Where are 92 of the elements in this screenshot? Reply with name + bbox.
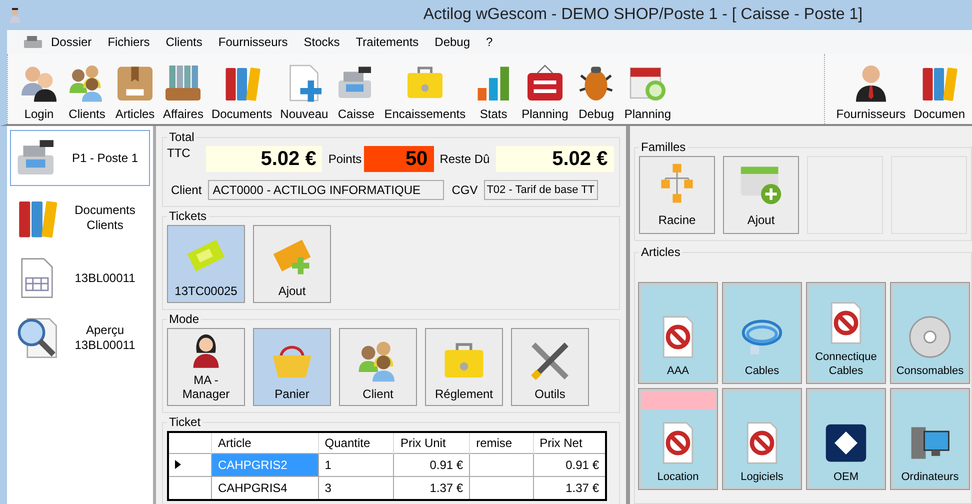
toolbar-button[interactable]: Planning	[518, 61, 572, 124]
balance-value: 5.02 €	[496, 146, 614, 172]
tile-button[interactable]: Ajout	[253, 225, 331, 303]
sidebar-item[interactable]: P1 - Poste 1	[10, 130, 150, 186]
table-cell: 3	[318, 476, 394, 500]
table-cell: 1.37 €	[394, 476, 470, 500]
sidebar-item[interactable]: Documents Clients	[10, 190, 150, 246]
group-label: Articles	[640, 245, 682, 259]
column-header[interactable]: Prix Net	[533, 432, 606, 454]
points-value: 50	[364, 146, 434, 172]
menu-item[interactable]: ?	[478, 35, 501, 49]
article-button[interactable]: Logiciels	[723, 389, 801, 489]
table-cell: 1	[318, 454, 394, 476]
sidebar-label: P1 - Poste 1	[70, 150, 140, 166]
magnifier-document-icon	[15, 316, 59, 360]
toolbar-button[interactable]: Caisse	[333, 61, 380, 124]
article-label: Cables	[744, 364, 780, 378]
article-button[interactable]: Connectique Cables	[807, 283, 885, 383]
toolbar-button[interactable]: Nouveau	[277, 61, 332, 124]
column-header[interactable]: Article	[212, 432, 318, 454]
article-label: AAA	[666, 364, 689, 378]
menu-item[interactable]: Debug	[426, 35, 478, 49]
sidebar-item[interactable]: Aperçu 13BL00011	[10, 310, 150, 366]
group-label: Familles	[640, 140, 687, 154]
tile-button[interactable]: 13TC00025	[167, 225, 245, 303]
article-button[interactable]: Consomables	[891, 283, 969, 383]
sidebar-item[interactable]: 13BL00011	[10, 250, 150, 306]
group-label: Ticket	[168, 415, 202, 429]
toolbar-button[interactable]: Encaissements	[381, 61, 469, 124]
menu-item[interactable]: Dossier	[43, 35, 100, 49]
toolbar-button[interactable]: Stats	[470, 61, 517, 124]
sidebar-label: 13BL00011	[74, 270, 136, 286]
family-button[interactable]: Racine	[639, 156, 715, 234]
table-cell: 1.37 €	[533, 476, 606, 500]
window-title: Actilog wGescom - DEMO SHOP/Poste 1 - [ Caisse - Poste 1]	[422, 6, 864, 24]
balance-label: Reste Dû	[440, 152, 490, 166]
app-icon	[8, 7, 22, 23]
menu-item[interactable]: Traitements	[348, 35, 427, 49]
toolbar-button[interactable]: Login	[16, 61, 62, 124]
article-button[interactable]: Ordinateurs	[891, 389, 969, 489]
menu-item[interactable]: Clients	[158, 35, 210, 49]
table-cell	[470, 454, 534, 476]
tile-button[interactable]: Réglement	[425, 328, 503, 406]
article-label: Logiciels	[740, 470, 784, 484]
toolbar-button[interactable]: Affaires	[160, 61, 206, 124]
table-cell: CAHPGRIS4	[212, 476, 318, 500]
column-header[interactable]: Quantite	[318, 432, 394, 454]
hanging-sign-icon	[524, 63, 565, 103]
sidebar-label: Aperçu 13BL00011	[74, 323, 136, 353]
toolbar-button[interactable]: Articles	[112, 61, 158, 124]
disc-icon	[907, 314, 953, 360]
menu-item[interactable]: Stocks	[296, 35, 348, 49]
menu-item[interactable]: Fichiers	[100, 35, 158, 49]
column-header[interactable]: Prix Unit	[394, 432, 470, 454]
article-label: Ordinateurs	[901, 470, 959, 484]
client-label: Client	[171, 183, 202, 197]
article-button[interactable]: AAA	[639, 283, 717, 383]
tile-button[interactable]: Outils	[511, 328, 589, 406]
sidebar-label: Documents Clients	[74, 203, 136, 233]
article-label: Location	[657, 470, 699, 484]
points-label: Points	[328, 152, 362, 166]
total-value: 5.02 €	[206, 146, 322, 172]
toolbar-button[interactable]: Planning	[621, 61, 674, 124]
cgv-label: CGV	[452, 183, 478, 197]
article-button[interactable]: Cables	[723, 283, 801, 383]
tile-button[interactable]: Panier	[253, 328, 331, 406]
folders-icon	[163, 63, 204, 103]
toolbar-button[interactable]: Clients	[64, 61, 110, 124]
article-label: Connectique Cables	[814, 350, 878, 378]
toolbar-button[interactable]: Documen	[910, 61, 968, 124]
column-header[interactable]: remise	[470, 432, 534, 454]
ttc-label: TTC	[167, 146, 190, 160]
tile-button[interactable]: MA - Manager	[167, 328, 245, 406]
toolbar-button[interactable]: Debug	[573, 61, 620, 124]
group-label: Mode	[168, 312, 200, 326]
menu-item[interactable]: Fournisseurs	[210, 35, 296, 49]
tile-button[interactable]: Client	[339, 328, 417, 406]
cgv-field[interactable]: T02 - Tarif de base TT	[484, 180, 598, 200]
article-label: Consomables	[896, 364, 964, 378]
table-cell: 0.91 €	[533, 454, 606, 476]
table-cell: 0.91 €	[394, 454, 470, 476]
toolbar-button[interactable]: Documents	[208, 61, 276, 124]
cash-register-icon	[23, 35, 43, 49]
article-button[interactable]: Location	[639, 389, 717, 489]
group-label: Total	[168, 130, 196, 144]
article-button[interactable]: OEM	[807, 389, 885, 489]
family-button[interactable]: Ajout	[723, 156, 799, 234]
toolbar-button[interactable]: Fournisseurs	[833, 61, 909, 124]
article-label: OEM	[833, 470, 859, 484]
group-label: Tickets	[168, 209, 208, 223]
table-cell: CAHPGRIS2	[212, 454, 318, 476]
client-field[interactable]: ACT0000 - ACTILOG INFORMATIQUE	[208, 180, 444, 200]
